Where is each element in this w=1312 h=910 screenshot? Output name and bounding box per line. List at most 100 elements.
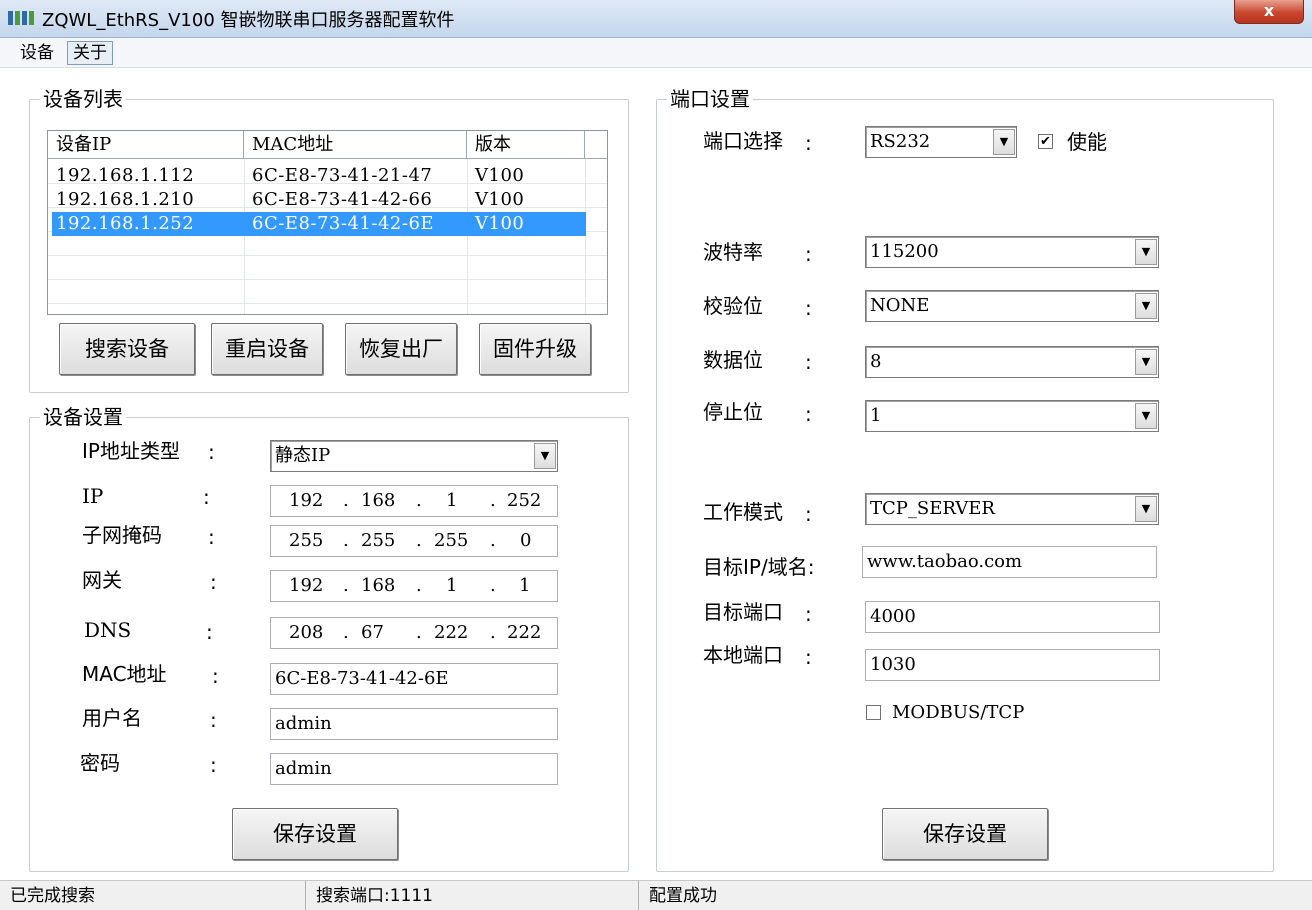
password-field[interactable]: admin (270, 753, 558, 785)
ip-dot: . (490, 490, 496, 511)
dns-octet-4[interactable]: 222 (507, 618, 541, 648)
mac-label: MAC地址 (82, 662, 167, 686)
ip-dot: . (416, 490, 422, 511)
work-mode-label: 工作模式 (703, 500, 783, 524)
menu-device[interactable]: 设备 (14, 41, 60, 65)
title-bar: ZQWL_EthRS_V100 智嵌物联串口服务器配置软件 x (0, 0, 1312, 38)
colon: : (805, 502, 812, 526)
ip-dot: . (416, 575, 422, 596)
gateway-octet-4[interactable]: 1 (519, 571, 530, 601)
dns-octet-3[interactable]: 222 (434, 618, 468, 648)
chevron-down-icon[interactable]: ▼ (1135, 349, 1157, 375)
ip-dot: . (343, 622, 349, 643)
username-label: 用户名 (82, 706, 142, 730)
ip-octet-1[interactable]: 192 (289, 486, 323, 516)
subnet-octet-1[interactable]: 255 (289, 526, 323, 556)
chevron-down-icon[interactable]: ▼ (1135, 403, 1157, 429)
restart-device-button[interactable]: 重启设备 (211, 323, 323, 375)
dns-octet-1[interactable]: 208 (289, 618, 323, 648)
chevron-down-icon[interactable]: ▼ (1135, 239, 1157, 265)
device-list-title: 设备列表 (40, 87, 126, 111)
menu-about[interactable]: 关于 (67, 41, 113, 65)
chevron-down-icon[interactable]: ▼ (1135, 496, 1157, 522)
row-version: V100 (475, 213, 525, 234)
stop-bits-value: 1 (870, 405, 882, 426)
colon: : (805, 296, 812, 320)
status-bar: 已完成搜索 搜索端口:1111 配置成功 (0, 880, 1312, 910)
work-mode-value: TCP_SERVER (870, 498, 995, 519)
gateway-field[interactable]: 192 . 168 . 1 . 1 (270, 570, 558, 602)
colon: : (805, 645, 812, 669)
gateway-octet-3[interactable]: 1 (446, 571, 457, 601)
baud-rate-select[interactable]: 115200 ▼ (865, 236, 1159, 268)
table-row-selected[interactable]: 192.168.1.252 6C-E8-73-41-42-6E V100 (52, 212, 586, 236)
chevron-down-icon[interactable]: ▼ (993, 129, 1015, 155)
column-device-ip[interactable]: 设备IP (48, 131, 244, 159)
subnet-octet-2[interactable]: 255 (361, 526, 395, 556)
username-field[interactable]: admin (270, 708, 558, 740)
dns-field[interactable]: 208 . 67 . 222 . 222 (270, 617, 558, 649)
colon: : (210, 708, 217, 732)
chevron-down-icon[interactable]: ▼ (1135, 293, 1157, 319)
enable-checkbox[interactable]: ✔ (1038, 134, 1053, 149)
table-row[interactable]: 192.168.1.112 6C-E8-73-41-21-47 V100 (52, 164, 607, 188)
ip-type-label: IP地址类型 (82, 439, 180, 463)
search-devices-button[interactable]: 搜索设备 (59, 323, 195, 375)
close-button[interactable]: x (1234, 0, 1304, 24)
colon: : (805, 602, 812, 626)
subnet-mask-field[interactable]: 255 . 255 . 255 . 0 (270, 525, 558, 557)
mac-field[interactable]: 6C-E8-73-41-42-6E (270, 663, 558, 695)
device-list[interactable]: 设备IP MAC地址 版本 192.168.1.112 6C-E8-73-41-… (47, 130, 608, 315)
device-list-header: 设备IP MAC地址 版本 (48, 131, 607, 159)
row-version: V100 (475, 165, 525, 186)
stop-bits-label: 停止位 (703, 400, 763, 424)
local-port-label: 本地端口 (703, 643, 783, 667)
data-bits-select[interactable]: 8 ▼ (865, 346, 1159, 378)
factory-reset-button[interactable]: 恢复出厂 (345, 323, 457, 375)
save-port-settings-button[interactable]: 保存设置 (882, 808, 1048, 860)
ip-octet-4[interactable]: 252 (507, 486, 541, 516)
target-port-label: 目标端口 (703, 600, 783, 624)
target-port-field[interactable]: 4000 (865, 601, 1160, 633)
row-ip: 192.168.1.252 (56, 213, 195, 234)
gateway-octet-1[interactable]: 192 (289, 571, 323, 601)
row-mac: 6C-E8-73-41-21-47 (252, 165, 433, 186)
port-select[interactable]: RS232 ▼ (865, 126, 1017, 158)
ip-octet-2[interactable]: 168 (361, 486, 395, 516)
baud-rate-value: 115200 (870, 241, 939, 262)
port-select-label: 端口选择 (703, 129, 783, 153)
data-bits-value: 8 (870, 351, 882, 372)
parity-select[interactable]: NONE ▼ (865, 290, 1159, 322)
colon: : (210, 753, 217, 777)
dns-octet-2[interactable]: 67 (361, 618, 384, 648)
save-device-settings-button[interactable]: 保存设置 (232, 808, 398, 860)
colon: : (208, 525, 215, 549)
local-port-field[interactable]: 1030 (865, 649, 1160, 681)
parity-value: NONE (870, 295, 930, 316)
column-mac[interactable]: MAC地址 (244, 131, 467, 159)
table-row[interactable]: 192.168.1.210 6C-E8-73-41-42-66 V100 (52, 188, 607, 212)
modbus-checkbox[interactable] (866, 705, 881, 720)
subnet-octet-4[interactable]: 0 (520, 526, 531, 556)
ip-dot: . (343, 490, 349, 511)
stop-bits-select[interactable]: 1 ▼ (865, 400, 1159, 432)
enable-label: 使能 (1067, 130, 1107, 154)
firmware-upgrade-button[interactable]: 固件升级 (479, 323, 591, 375)
colon: : (805, 350, 812, 374)
gateway-octet-2[interactable]: 168 (361, 571, 395, 601)
colon: : (210, 570, 217, 594)
status-port: 搜索端口:1111 (306, 881, 639, 910)
ip-address-field[interactable]: 192 . 168 . 1 . 252 (270, 485, 558, 517)
subnet-octet-3[interactable]: 255 (434, 526, 468, 556)
colon: : (805, 131, 812, 155)
ip-dot: . (343, 530, 349, 551)
status-config: 配置成功 (649, 886, 717, 906)
chevron-down-icon[interactable]: ▼ (534, 443, 556, 469)
port-settings-group (656, 99, 1274, 872)
column-version[interactable]: 版本 (467, 131, 585, 159)
work-mode-select[interactable]: TCP_SERVER ▼ (865, 493, 1159, 525)
ip-type-select[interactable]: 静态IP ▼ (270, 440, 558, 472)
ip-octet-3[interactable]: 1 (446, 486, 457, 516)
status-search: 已完成搜索 (0, 881, 306, 910)
target-ip-field[interactable]: www.taobao.com (862, 546, 1157, 578)
